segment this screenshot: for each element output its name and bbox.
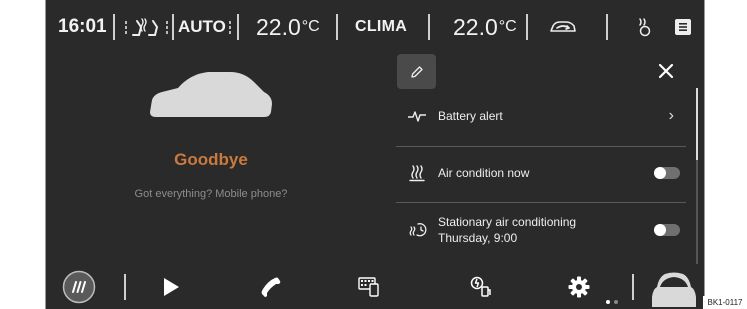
- page-dot: [614, 300, 618, 304]
- greeting-text: Goodbye: [174, 150, 248, 169]
- bottom-navigation-bar: [46, 264, 704, 309]
- temperature-right[interactable]: 22.0 °C: [453, 0, 517, 54]
- air-condition-now-label: Air condition now: [438, 166, 530, 180]
- battery-alert-label: Battery alert: [438, 109, 503, 123]
- settings-icon: [568, 276, 590, 297]
- play-icon: [164, 277, 179, 296]
- chevron-right-icon: ›: [668, 107, 674, 124]
- close-button[interactable]: [653, 58, 679, 84]
- divider: [396, 202, 686, 203]
- air-condition-now-toggle[interactable]: [654, 167, 680, 179]
- temperature-left-unit: °C: [301, 18, 320, 35]
- seat-heating-button[interactable]: [122, 0, 168, 54]
- phone-icon: [261, 277, 281, 297]
- temperature-left-value: 22.0: [256, 13, 301, 40]
- divider: [526, 14, 528, 40]
- pulse-icon: [396, 109, 438, 123]
- stationary-air-conditioning-toggle[interactable]: [654, 224, 680, 236]
- divider: [124, 274, 126, 300]
- dots-icon: [228, 20, 231, 34]
- divider: [606, 14, 608, 40]
- car-icon: [652, 272, 696, 307]
- pencil-icon: [410, 65, 423, 78]
- list-item-air-condition-now[interactable]: Air condition now: [396, 159, 686, 187]
- defrost-button[interactable]: [61, 264, 97, 309]
- infotainment-display: 16:01 AUTO 22.0 °C CLIMA 22.0 °C Goodbye…: [45, 0, 705, 309]
- clima-button[interactable]: CLIMA: [355, 0, 407, 54]
- vehicle-button[interactable]: [648, 264, 700, 309]
- divider: [632, 274, 634, 300]
- air-recirculation-button[interactable]: [548, 0, 578, 54]
- temperature-right-unit: °C: [498, 18, 517, 35]
- close-icon: [658, 63, 674, 79]
- menu-icon: [675, 19, 691, 35]
- figure-code: BK1-0117: [703, 296, 747, 309]
- divider: [336, 14, 338, 40]
- edit-button[interactable]: [397, 54, 436, 89]
- defrost-icon: [62, 270, 96, 303]
- page-dot-active: [606, 300, 610, 304]
- media-button[interactable]: [156, 264, 186, 309]
- heat-waves-icon: [396, 164, 438, 182]
- divider: [172, 14, 174, 40]
- reminder-text: Got everything? Mobile phone?: [134, 188, 288, 200]
- page-indicator: [606, 300, 618, 304]
- steering-wheel-heating-button[interactable]: [636, 0, 652, 54]
- heated-steering-icon: [639, 18, 651, 37]
- auto-climate-button[interactable]: AUTO: [178, 0, 231, 54]
- stationary-air-conditioning-label: Stationary air conditioning Thursday, 9:…: [438, 214, 576, 246]
- phone-button[interactable]: [256, 264, 286, 309]
- seat-heating-icon: [132, 18, 159, 36]
- divider: [428, 14, 430, 40]
- dots-icon: [166, 20, 168, 34]
- timer-climate-icon: [396, 221, 438, 239]
- divider: [113, 14, 115, 40]
- charging-icon: [470, 276, 491, 297]
- settings-button[interactable]: [564, 264, 594, 309]
- scrollbar-thumb[interactable]: [696, 88, 698, 160]
- stationary-air-conditioning-time: Thursday, 9:00: [438, 231, 518, 245]
- list-item-battery-alert[interactable]: Battery alert ›: [396, 102, 686, 130]
- smartlink-icon: [358, 276, 379, 297]
- list-item-stationary-air-conditioning[interactable]: Stationary air conditioning Thursday, 9:…: [396, 212, 686, 248]
- stationary-air-conditioning-title: Stationary air conditioning: [438, 215, 577, 229]
- clock: 16:01: [58, 16, 107, 37]
- quick-settings-panel: Battery alert › Air condition now Statio…: [396, 54, 704, 264]
- divider: [396, 146, 686, 147]
- temperature-right-value: 22.0: [453, 13, 498, 40]
- smartlink-button[interactable]: [354, 264, 384, 309]
- screen: 16:01 AUTO 22.0 °C CLIMA 22.0 °C Goodbye…: [0, 0, 747, 309]
- car-silhouette-icon: [150, 72, 272, 117]
- divider: [237, 14, 239, 40]
- charging-button[interactable]: [466, 264, 496, 309]
- temperature-left[interactable]: 22.0 °C: [256, 0, 320, 54]
- auto-label: AUTO: [178, 17, 226, 36]
- air-recirculation-icon: [550, 21, 576, 32]
- status-bar: 16:01 AUTO 22.0 °C CLIMA 22.0 °C: [46, 0, 704, 54]
- menu-button[interactable]: [675, 0, 691, 54]
- vehicle-status-area: Goodbye Got everything? Mobile phone?: [46, 54, 396, 264]
